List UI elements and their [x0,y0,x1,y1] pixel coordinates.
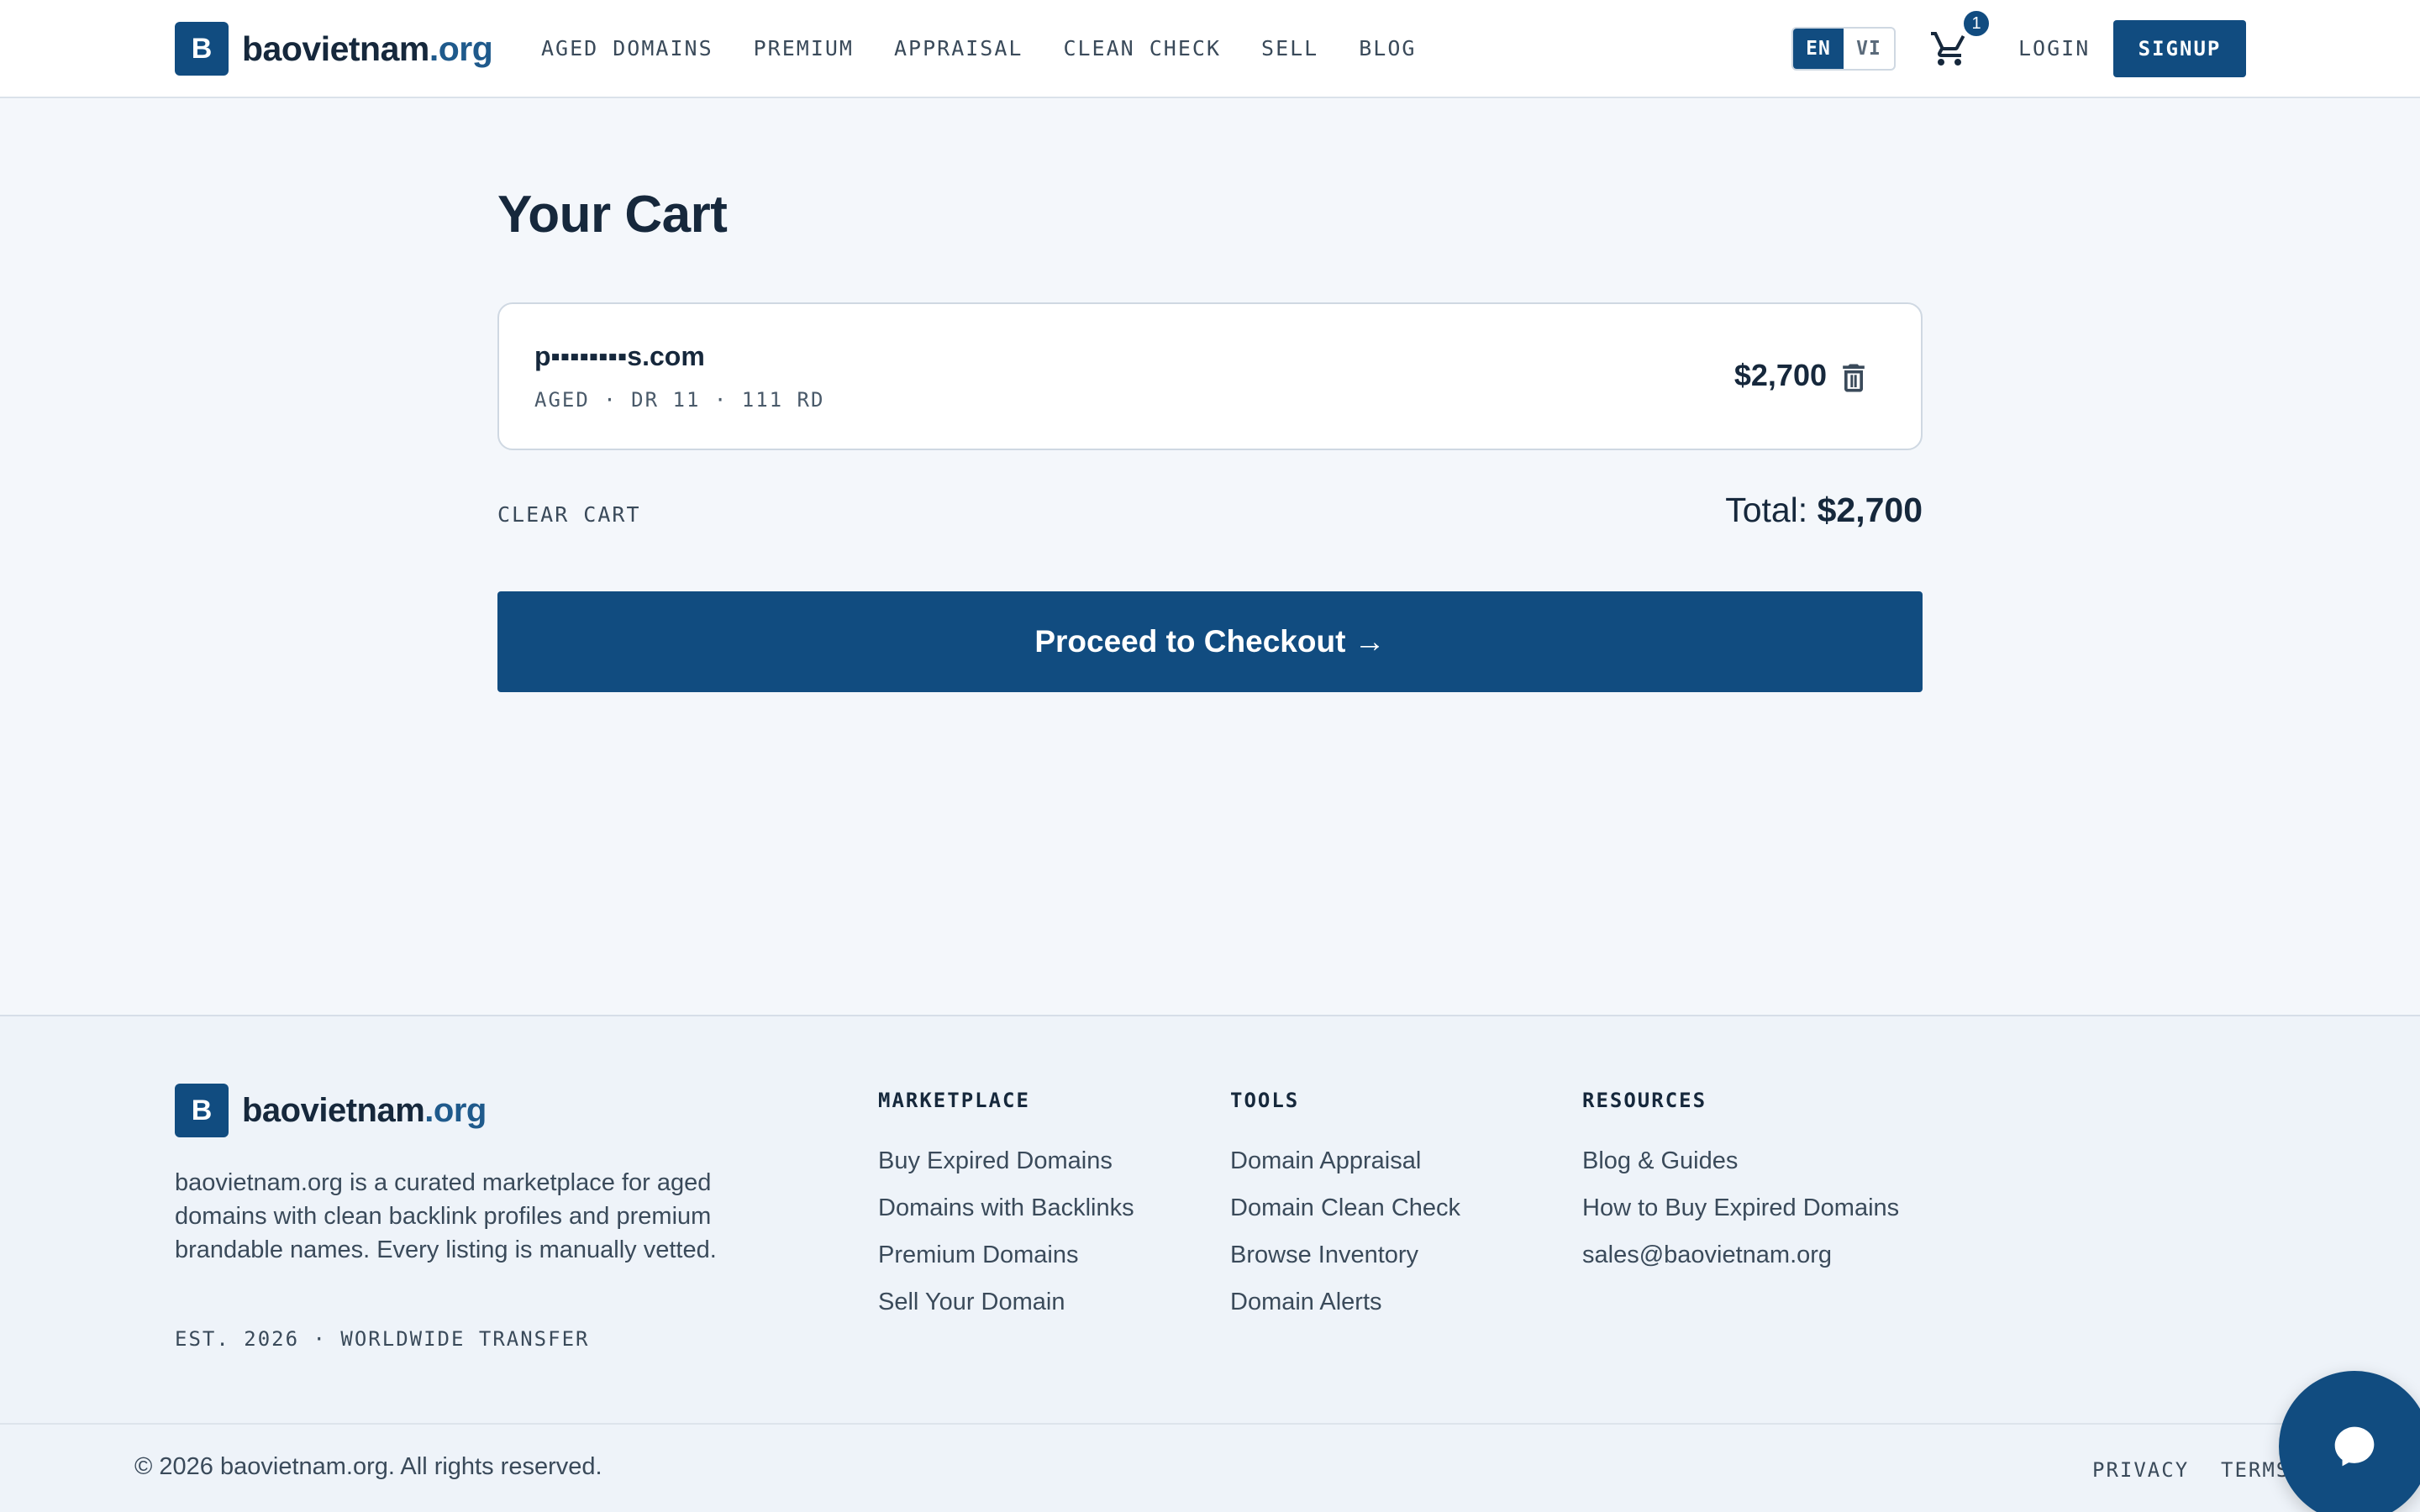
footer-link-appraisal[interactable]: Domain Appraisal [1230,1137,1460,1184]
logo-name: baovietnam [242,29,429,68]
footer-link-backlinks[interactable]: Domains with Backlinks [878,1184,1134,1231]
site-footer: B baovietnam.org baovietnam.org is a cur… [0,1015,2420,1512]
footer-link-alerts[interactable]: Domain Alerts [1230,1278,1460,1326]
cart-icon [1931,32,1965,66]
language-switcher: EN VI [1791,27,1896,71]
footer-heading-tools: TOOLS [1230,1089,1300,1112]
chat-icon [2334,1426,2375,1467]
footer-link-sell[interactable]: Sell Your Domain [878,1278,1134,1326]
cart-item-name[interactable]: p▪▪▪▪▪▪▪▪s.com [534,341,705,372]
footer-logo[interactable]: B baovietnam.org [175,1084,487,1137]
logo-text: baovietnam.org [242,29,493,69]
footer-logo-mark: B [175,1084,229,1137]
proceed-to-checkout-button[interactable]: Proceed to Checkout → [497,591,1923,692]
footer-link-blog[interactable]: Blog & Guides [1582,1137,1899,1184]
footer-col-marketplace: MARKETPLACE Buy Expired Domains Domains … [878,1089,1134,1326]
remove-item-button[interactable] [1835,360,1872,396]
cart-button[interactable]: 1 [1929,8,1991,72]
footer-heading-resources: RESOURCES [1582,1089,1707,1112]
cart-count-badge: 1 [1961,8,1991,39]
login-link[interactable]: LOGIN [2018,32,2090,66]
footer-link-inventory[interactable]: Browse Inventory [1230,1231,1460,1278]
total-value: $2,700 [1817,491,1923,529]
logo-mark: B [175,22,229,76]
nav-aged-domains[interactable]: AGED DOMAINS [541,32,713,66]
nav-blog[interactable]: BLOG [1359,32,1416,66]
copyright: © 2026 baovietnam.org. All rights reserv… [134,1453,602,1480]
cart-item-meta: AGED · DR 11 · 111 RD [534,388,825,412]
page-title: Your Cart [497,186,728,244]
clear-cart-button[interactable]: CLEAR CART [497,502,641,527]
footer-link-sales-email[interactable]: sales@baovietnam.org [1582,1231,1899,1278]
lang-vi-button[interactable]: VI [1844,29,1894,69]
nav-clean-check[interactable]: CLEAN CHECK [1063,32,1221,66]
brand-logo[interactable]: B baovietnam.org [175,22,493,76]
logo-tld: .org [429,29,493,68]
signup-button[interactable]: SIGNUP [2113,20,2246,77]
footer-link-how-to-buy[interactable]: How to Buy Expired Domains [1582,1184,1899,1231]
footer-divider [0,1423,2420,1425]
footer-description: baovietnam.org is a curated marketplace … [175,1169,717,1263]
trash-icon [1843,364,1865,392]
footer-logo-tld: .org [424,1091,487,1129]
footer-col-resources: RESOURCES Blog & Guides How to Buy Expir… [1582,1089,1899,1278]
lang-en-button[interactable]: EN [1793,29,1844,69]
footer-logo-text: baovietnam.org [242,1092,487,1130]
footer-heading-marketplace: MARKETPLACE [878,1089,1030,1112]
total-label: Total: [1725,491,1808,529]
nav-sell[interactable]: SELL [1261,32,1318,66]
cart-item-price: $2,700 [1733,358,1827,392]
cart-item: p▪▪▪▪▪▪▪▪s.com AGED · DR 11 · 111 RD $2,… [497,302,1923,450]
privacy-link[interactable]: PRIVACY [2092,1458,2189,1482]
footer-col-tools: TOOLS Domain Appraisal Domain Clean Chec… [1230,1089,1460,1326]
footer-link-premium[interactable]: Premium Domains [878,1231,1134,1278]
site-header: B baovietnam.org AGED DOMAINS PREMIUM AP… [0,0,2420,98]
cart-total: Total: $2,700 [1586,491,1923,530]
main-nav: AGED DOMAINS PREMIUM APPRAISAL CLEAN CHE… [541,32,1456,66]
nav-premium[interactable]: PREMIUM [754,32,854,66]
nav-appraisal[interactable]: APPRAISAL [894,32,1023,66]
footer-link-buy-expired[interactable]: Buy Expired Domains [878,1137,1134,1184]
footer-logo-name: baovietnam [242,1091,425,1129]
footer-est: EST. 2026 · WORLDWIDE TRANSFER [175,1327,590,1351]
footer-link-clean-check[interactable]: Domain Clean Check [1230,1184,1460,1231]
